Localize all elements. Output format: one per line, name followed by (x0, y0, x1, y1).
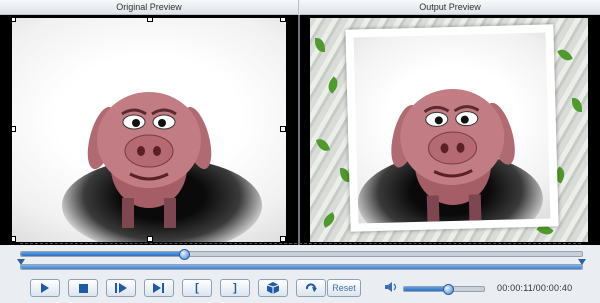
crop-handle[interactable] (12, 18, 16, 22)
skip-to-end-icon (153, 283, 164, 293)
crop-handle[interactable] (147, 236, 153, 242)
seek-knob[interactable] (178, 249, 190, 260)
original-preview-header: Original Preview (0, 0, 299, 15)
rotate-button[interactable] (296, 279, 326, 297)
pig-character-image (87, 92, 212, 228)
play-button[interactable] (30, 279, 60, 297)
reset-label: Reset (332, 283, 356, 293)
output-preview-pane (300, 15, 600, 245)
original-preview-title: Original Preview (116, 2, 182, 12)
preview-boundary-line (20, 243, 581, 244)
volume-knob[interactable] (443, 284, 454, 295)
set-start-label: [ (195, 282, 199, 294)
volume-level (404, 287, 448, 291)
next-frame-button[interactable] (106, 279, 136, 297)
seek-bar[interactable] (20, 249, 583, 260)
trim-bar[interactable] (17, 259, 586, 270)
original-video-frame (12, 18, 286, 242)
output-video-frame (345, 24, 559, 232)
trim-range (21, 265, 582, 269)
crop-handle[interactable] (147, 18, 153, 22)
crop-handle[interactable] (280, 236, 286, 242)
cube-icon (267, 282, 279, 294)
crop-handle[interactable] (12, 126, 16, 132)
volume-slider[interactable] (403, 284, 485, 295)
original-preview-pane (0, 15, 298, 245)
trim-start-handle[interactable] (17, 259, 25, 265)
crop-handle[interactable] (280, 18, 286, 22)
trim-end-handle[interactable] (578, 259, 586, 265)
seek-bar-progress (21, 252, 184, 256)
stop-icon (78, 283, 88, 293)
crop-handle[interactable] (12, 236, 16, 242)
crop-handle[interactable] (280, 126, 286, 132)
step-forward-icon (115, 283, 127, 293)
rotate-icon (305, 282, 317, 292)
reset-button[interactable]: Reset (327, 279, 361, 297)
output-preview-header: Output Preview (300, 0, 600, 15)
skip-end-button[interactable] (144, 279, 174, 297)
time-display: 00:00:11/00:00:40 (497, 283, 573, 293)
play-icon (41, 283, 49, 293)
snapshot-button[interactable] (258, 279, 288, 297)
volume-icon[interactable] (385, 281, 399, 293)
set-end-button[interactable]: ] (220, 279, 250, 297)
output-preview-title: Output Preview (419, 2, 481, 12)
set-start-button[interactable]: [ (182, 279, 212, 297)
pig-character-image (391, 88, 515, 224)
stop-button[interactable] (68, 279, 98, 297)
set-end-label: ] (233, 282, 237, 294)
